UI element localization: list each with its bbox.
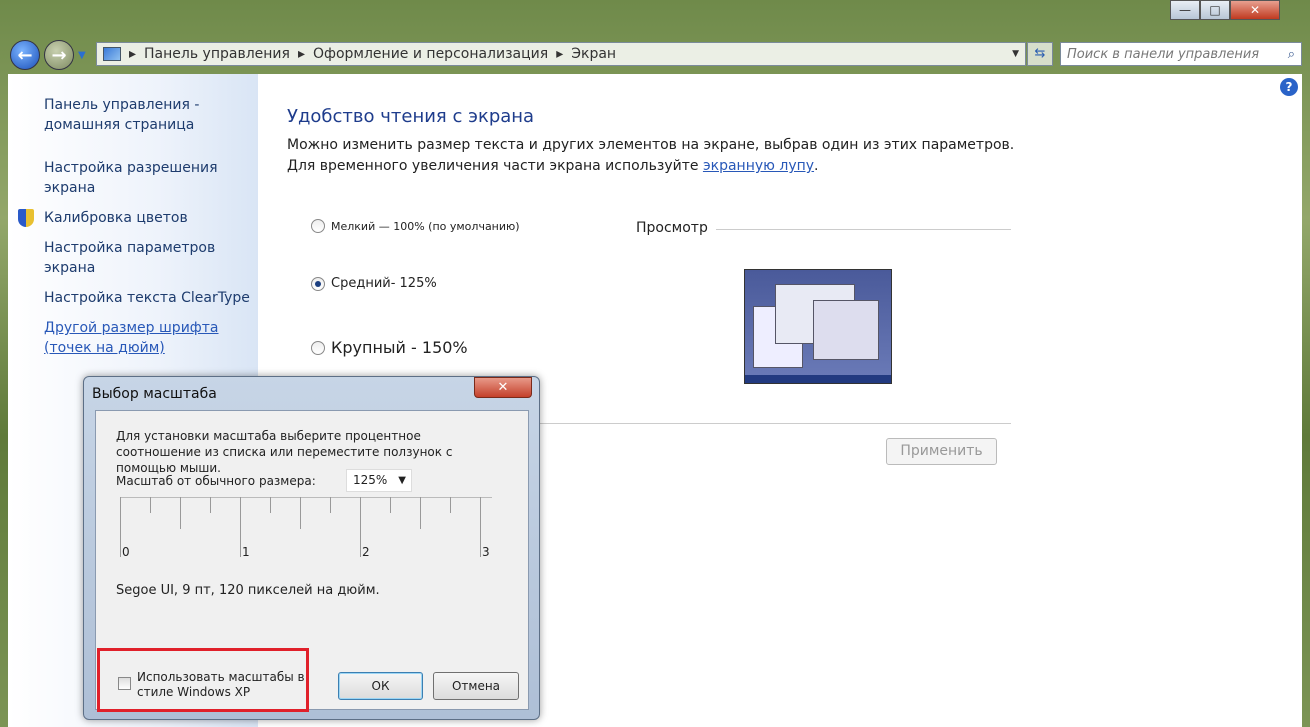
ruler-tick [240,497,241,557]
ruler-tick [480,497,481,557]
radio-small[interactable]: Мелкий — 100% (по умолчанию) [311,219,520,233]
ruler-tick [210,497,211,513]
search-input[interactable]: Поиск в панели управления ⌕ [1060,42,1302,66]
dialog-close-button[interactable]: ✕ [474,377,532,398]
description-text: Можно изменить размер текста и других эл… [287,137,1015,174]
ruler-label: 0 [122,545,130,559]
navigation: ← → ▼ [10,40,86,70]
close-button[interactable]: ✕ [1230,0,1280,20]
ruler-tick [180,497,181,529]
refresh-button[interactable]: ⇆ [1027,42,1053,66]
forward-button[interactable]: → [44,40,74,70]
breadcrumb-item[interactable]: Панель управления [144,46,290,62]
ruler-tick [450,497,451,513]
control-panel-icon [103,47,121,61]
back-button[interactable]: ← [10,40,40,70]
scale-select[interactable]: 125% ▼ [346,469,412,492]
preview-label: Просмотр [636,220,708,236]
sidebar-item-home[interactable]: Панель управления - домашняя страница [44,95,214,135]
scale-dialog: Выбор масштаба ✕ Для установки масштаба … [83,376,540,720]
sidebar-item-display-settings[interactable]: Настройка параметров экрана [44,238,224,278]
search-placeholder: Поиск в панели управления [1067,46,1260,62]
breadcrumb-item[interactable]: Экран [571,46,616,62]
radio-button[interactable] [311,340,325,355]
radio-label: Мелкий — 100% (по умолчанию) [331,219,520,233]
preview-image [744,269,892,384]
ruler-tick [330,497,331,513]
magnifier-link[interactable]: экранную лупу [703,158,814,174]
scale-value: 125% [353,473,388,487]
window-controls: — □ ✕ [1170,0,1280,20]
dialog-title: Выбор масштаба [92,386,217,402]
radio-button[interactable] [311,219,325,233]
radio-button[interactable] [311,276,325,291]
scale-ruler[interactable]: 0 1 2 3 [120,497,492,567]
sidebar-item-color-calibration[interactable]: Калибровка цветов [44,208,188,228]
ruler-tick [150,497,151,513]
maximize-button[interactable]: □ [1200,0,1230,20]
ruler-tick [420,497,421,529]
description-end: . [814,158,819,174]
sidebar-item-custom-dpi[interactable]: Другой размер шрифта (точек на дюйм) [44,318,224,358]
font-info: Segoe UI, 9 пт, 120 пикселей на дюйм. [116,583,380,598]
ruler-tick [360,497,361,557]
dialog-body: Для установки масштаба выберите процентн… [95,410,529,712]
help-icon[interactable]: ? [1280,78,1298,96]
ok-button[interactable]: ОК [338,672,423,700]
sidebar-item-resolution[interactable]: Настройка разрешения экрана [44,158,224,198]
scale-label: Масштаб от обычного размера: [116,474,316,488]
xp-scaling-checkbox[interactable] [118,677,131,690]
recent-pages-dropdown-icon[interactable]: ▼ [78,50,86,61]
apply-button[interactable]: Применить [886,438,997,465]
minimize-button[interactable]: — [1170,0,1200,20]
sidebar-item-cleartype[interactable]: Настройка текста ClearType [44,288,250,308]
ruler-label: 1 [242,545,250,559]
ruler-tick [390,497,391,513]
breadcrumb-item[interactable]: Оформление и персонализация [313,46,548,62]
chevron-down-icon: ▼ [398,475,406,486]
address-bar[interactable]: ▸ Панель управления ▸ Оформление и персо… [96,42,1026,66]
dialog-instructions: Для установки масштаба выберите процентн… [116,429,453,475]
radio-medium[interactable]: Средний- 125% [311,276,437,291]
chevron-right-icon: ▸ [297,46,305,62]
cancel-button[interactable]: Отмена [433,672,519,700]
xp-scaling-label: Использовать масштабы в стиле Windows XP [137,670,305,699]
page-description: Можно изменить размер текста и других эл… [287,135,1027,177]
search-icon[interactable]: ⌕ [1288,47,1295,62]
ruler-label: 2 [362,545,370,559]
address-dropdown-icon[interactable]: ▼ [1012,49,1019,59]
divider [716,229,1011,230]
shield-icon [18,209,34,227]
ruler-tick [270,497,271,513]
ruler-label: 3 [482,545,490,559]
radio-label: Средний- 125% [331,276,437,291]
radio-large[interactable]: Крупный - 150% [311,338,468,357]
ruler-tick [300,497,301,529]
chevron-right-icon: ▸ [556,46,564,62]
radio-label: Крупный - 150% [331,338,468,357]
chevron-right-icon: ▸ [129,46,137,62]
ruler-tick [120,497,121,557]
page-title: Удобство чтения с экрана [287,106,535,127]
